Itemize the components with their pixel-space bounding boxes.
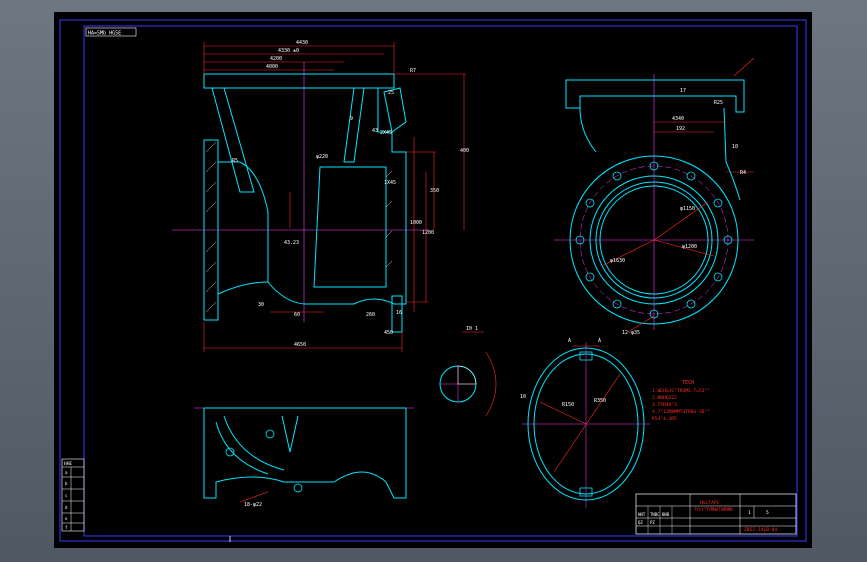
notes-heading: TECH xyxy=(682,380,694,386)
notes-line: 3.TPR44°3 xyxy=(652,402,677,408)
side-view[interactable]: 4340 192 17 R25 10 R4 φ1630 φ1200 φ1150 … xyxy=(554,57,755,336)
front-dim-angle-3: 9 xyxy=(350,116,353,122)
front-dim-right-3: 1200 xyxy=(422,230,434,236)
side-dim-top-3: 17 xyxy=(680,88,686,94)
bottom-hole-2 xyxy=(265,429,275,439)
front-dim-right-1: 400 xyxy=(460,148,469,154)
front-dim-top-4: 4000 xyxy=(266,64,278,70)
side-dim-top-1: 4340 xyxy=(672,116,684,122)
front-dim-bottom-4: 260 xyxy=(366,312,375,318)
notes-line: 2.BNHQ222 xyxy=(652,395,677,401)
notes-line: 4.7°12M8MMT4TR0S-36°° xyxy=(652,409,710,415)
left-table-row: d xyxy=(65,505,68,510)
front-dim-angle-2: 43 xyxy=(372,128,378,134)
bottom-hole-3 xyxy=(293,483,303,493)
outer-frame xyxy=(59,19,807,542)
title-block[interactable]: HNT TNBC BNB QZ PZ HSLTAPC TYLY°TYMNHTAR… xyxy=(635,493,797,535)
title-stamp: HA=5Mb HG5E xyxy=(88,31,121,37)
side-dim-mid-3: φ1150 xyxy=(680,206,695,212)
oval-section[interactable]: A A R150 R350 10 xyxy=(520,338,650,508)
sheet-left: 1 xyxy=(748,510,751,516)
front-dim-mid-2: φ220 xyxy=(316,154,328,160)
section-view-small[interactable]: I0 1 xyxy=(439,326,497,417)
bottom-dim-1: 18-φ22 xyxy=(244,502,262,508)
title-block-row: QZ xyxy=(638,520,643,525)
technical-notes: TECH 1.WEHSJC°TROMS T=53°° 2.BNHQ222 3.T… xyxy=(652,380,710,422)
front-dim-bottom-1: 4650 xyxy=(294,342,306,348)
side-dim-mid-1: φ1630 xyxy=(610,258,625,264)
section-a-right: A xyxy=(598,338,601,344)
side-dim-right-2: R4 xyxy=(740,170,746,176)
part-sub: TYLY°TYMNHTARMMN xyxy=(694,507,733,512)
title-block-row: TNBC xyxy=(650,512,660,517)
front-dim-mid-1: 43.23 xyxy=(284,240,299,246)
title-block-row: HNT xyxy=(638,512,646,517)
left-revision-table: HHE a b c d e f xyxy=(61,458,85,532)
front-dim-top-3: 4200 xyxy=(270,56,282,62)
left-table-row: b xyxy=(65,481,68,486)
section-label: I0 1 xyxy=(466,326,478,332)
front-dim-angle-1: 25 xyxy=(388,90,394,96)
front-dim-small-1: R5 xyxy=(232,158,238,164)
front-dim-right-2: 350 xyxy=(430,188,439,194)
bottom-view[interactable]: 18-φ22 xyxy=(194,407,414,508)
front-dim-mid-3: 2X45 xyxy=(380,130,392,136)
front-dim-mid-4: 1X45 xyxy=(384,180,396,186)
front-view[interactable]: 4430 4330 ±0 4200 4000 R7 25 43 9 400 35… xyxy=(172,40,469,352)
oval-dim-1: R150 xyxy=(562,402,574,408)
front-dim-small-2: 16 xyxy=(396,310,402,316)
side-dim-mid-2: φ1200 xyxy=(682,244,697,250)
inner-frame xyxy=(83,25,798,537)
front-dim-top-1: 4430 xyxy=(296,40,308,46)
side-dim-bottom-1: 12-φ35 xyxy=(622,330,640,336)
left-table-row: a xyxy=(65,470,68,475)
cad-drawing[interactable]: HA=5Mb HG5E HHE a b c d e f 4430 4330 ±0… xyxy=(54,12,812,548)
left-table-row: f xyxy=(65,525,68,530)
drawing-number: ZBSJ-1418-04 xyxy=(744,527,777,533)
front-dim-right-4: 1000 xyxy=(410,220,422,226)
left-table-header: HHE xyxy=(64,461,72,467)
sheet-right: 5 xyxy=(766,510,769,516)
left-table-row: c xyxy=(65,493,68,498)
title-block-row: PZ xyxy=(650,520,655,525)
front-dim-small-3: 30 xyxy=(258,302,264,308)
front-dim-bottom-3: 60 xyxy=(294,312,300,318)
section-a-left: A xyxy=(568,338,571,344)
front-dim-bottom-2: 450 xyxy=(384,330,393,336)
front-dim-r: R7 xyxy=(410,68,416,74)
side-dim-top-4: R25 xyxy=(714,100,723,106)
side-dim-right-1: 10 xyxy=(732,144,738,150)
left-table-row: e xyxy=(65,516,68,521)
title-block-row: BNB xyxy=(662,512,670,517)
front-dim-top-2: 4330 ±0 xyxy=(278,48,299,54)
side-dim-top-2: 192 xyxy=(676,126,685,132)
part-name: HSLTAPC xyxy=(700,500,720,506)
oval-dim-3: 10 xyxy=(520,394,526,400)
notes-line: 1.WEHSJC°TROMS T=53°° xyxy=(652,388,710,394)
oval-dim-2: R350 xyxy=(594,398,606,404)
cad-viewport[interactable]: HA=5Mb HG5E HHE a b c d e f 4430 4330 ±0… xyxy=(54,12,812,548)
notes-line: R54°4.3R5 xyxy=(652,416,677,422)
